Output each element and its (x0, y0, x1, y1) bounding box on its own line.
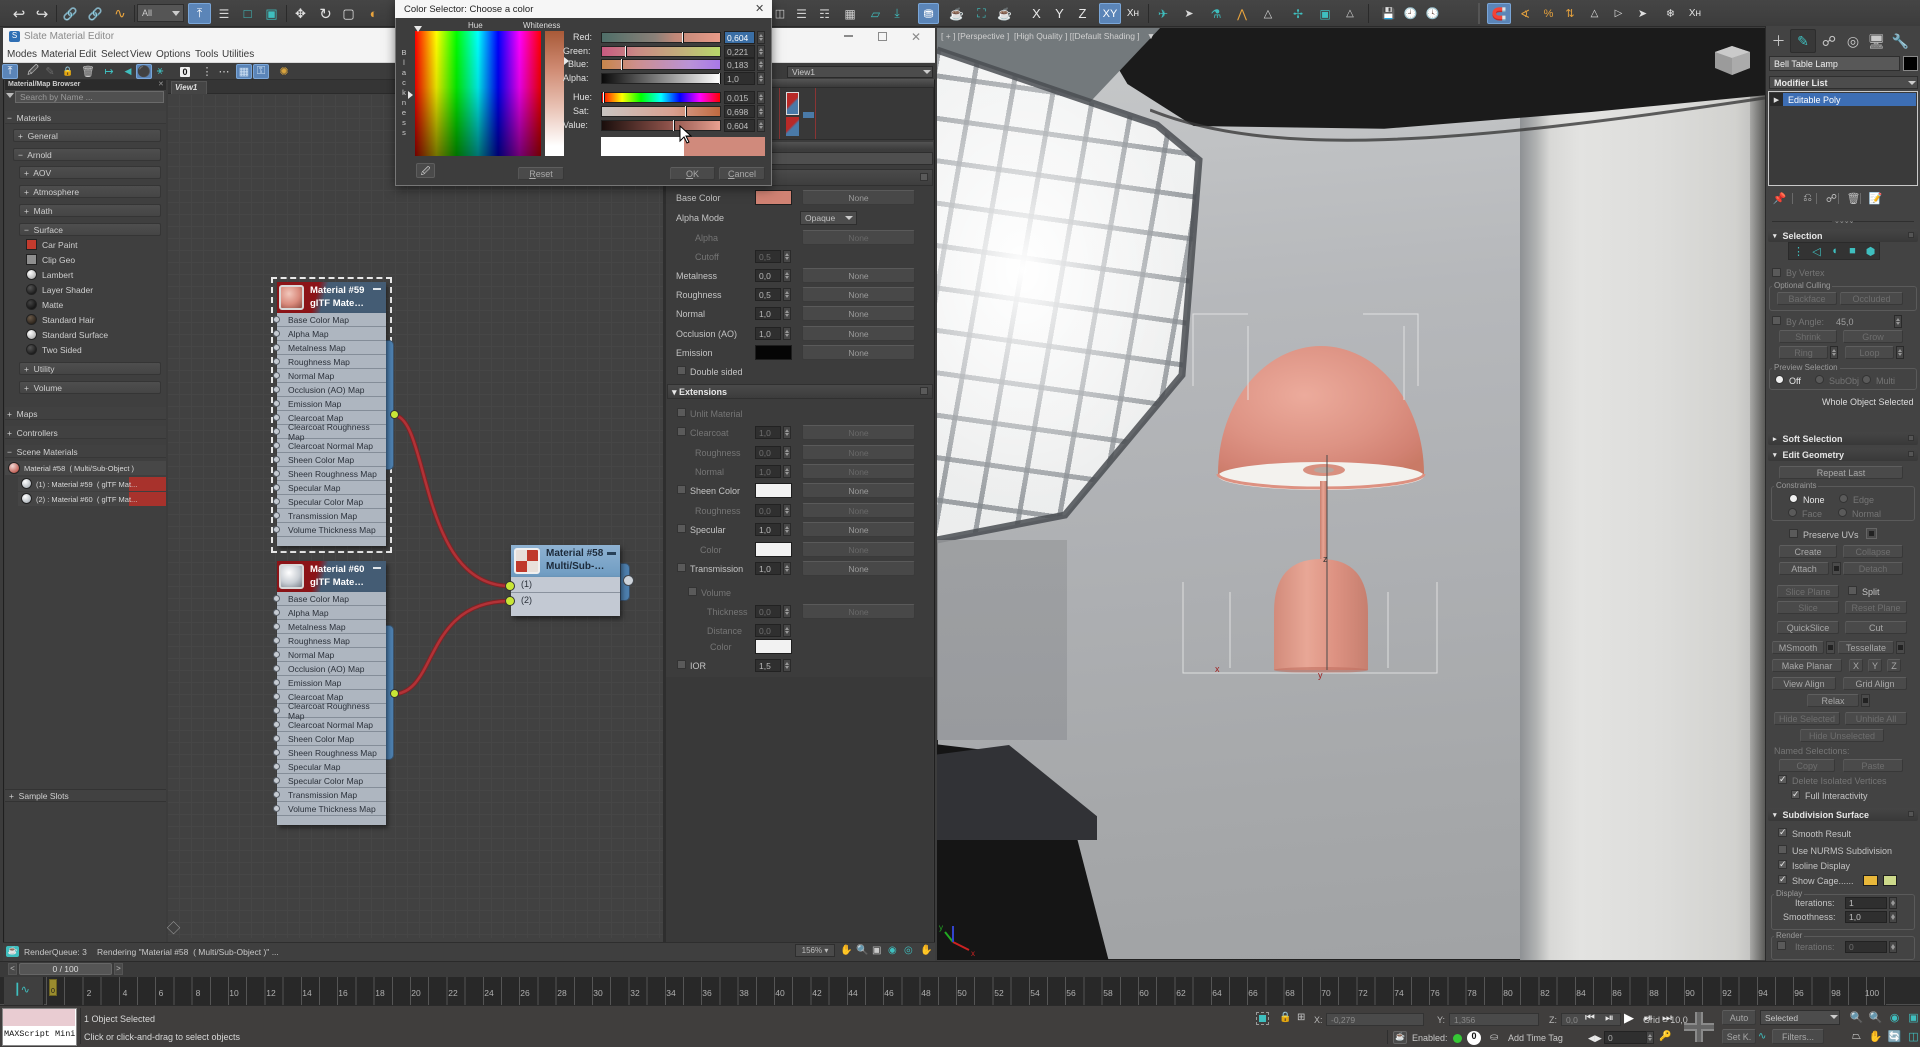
svg-text:y: y (1318, 670, 1323, 680)
svg-text:y: y (939, 923, 943, 932)
svg-text:x: x (971, 949, 975, 958)
svg-text:x: x (1215, 664, 1220, 674)
svg-text:z: z (1323, 554, 1328, 564)
